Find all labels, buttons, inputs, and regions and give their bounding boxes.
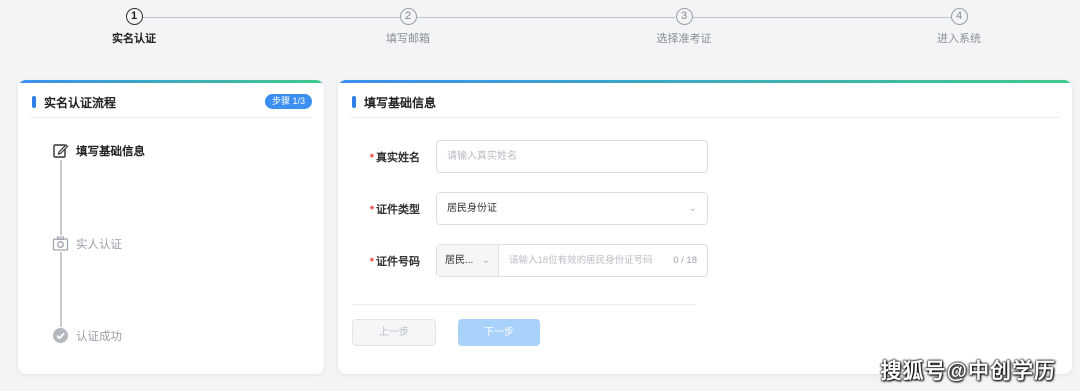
char-counter: 0 / 18 [673,255,697,266]
card-accent-bar [338,80,1072,83]
stepper-step-1: 1 实名认证 [74,8,194,46]
title-accent-marker [352,96,356,108]
step-number-circle: 1 [125,8,143,25]
timeline-label: 填写基础信息 [76,146,145,158]
chevron-down-icon: ⌄ [688,203,697,214]
field-label: * 真实姓名 [369,152,420,164]
title-accent-marker [32,96,36,108]
card-header: 填写基础信息 [350,92,1060,118]
step-label: 选择准考证 [656,33,712,45]
step-label: 进入系统 [937,33,981,45]
stepper-step-4: 4 进入系统 [899,8,1019,46]
field-label: * 证件类型 [369,204,420,216]
card-accent-bar [18,80,324,83]
watermark-text: 搜狐号@中创学历 [880,360,1056,383]
step-label: 填写邮箱 [386,33,430,45]
id-number-field: 居民... ⌄ 请输入18位有效的居民身份证号码 0 / 18 [436,244,708,277]
camera-icon [52,235,69,252]
next-button[interactable]: 下一步 [458,319,540,346]
step-number-circle: 2 [399,8,417,25]
step-number-circle: 3 [675,8,693,25]
chevron-down-icon: ⌄ [481,255,490,266]
stepper-step-3: 3 选择准考证 [624,8,744,46]
progress-stepper: 1 实名认证 2 填写邮箱 3 选择准考证 4 进入系统 [0,0,1080,64]
process-card: 实名认证流程 步骤 1/3 填写基础信息 实人认证 认证成功 [18,80,324,374]
field-label: * 证件号码 [369,256,420,268]
id-type-prefix-select[interactable]: 居民... ⌄ [437,245,499,276]
step-badge: 步骤 1/3 [264,94,312,109]
card-title: 实名认证流程 [44,96,117,110]
timeline-label: 实人认证 [76,239,122,251]
form-divider [352,304,696,305]
step-number-circle: 4 [950,8,968,25]
id-number-input[interactable]: 请输入18位有效的居民身份证号码 [509,245,653,276]
prev-button[interactable]: 上一步 [352,319,436,346]
check-circle-icon [52,327,69,344]
card-header: 实名认证流程 步骤 1/3 [30,92,312,118]
basic-info-card: 填写基础信息 * 真实姓名 请输入真实姓名 * 证件类型 居民身份证 ⌄ * 证件号码… [338,80,1072,374]
id-type-select[interactable]: 居民身份证 ⌄ [436,192,708,225]
stepper-step-2: 2 填写邮箱 [348,8,468,46]
card-title: 填写基础信息 [364,96,437,110]
timeline-label: 认证成功 [76,331,122,343]
real-name-input[interactable]: 请输入真实姓名 [436,140,708,173]
step-label: 实名认证 [112,33,156,45]
edit-icon [52,142,69,159]
